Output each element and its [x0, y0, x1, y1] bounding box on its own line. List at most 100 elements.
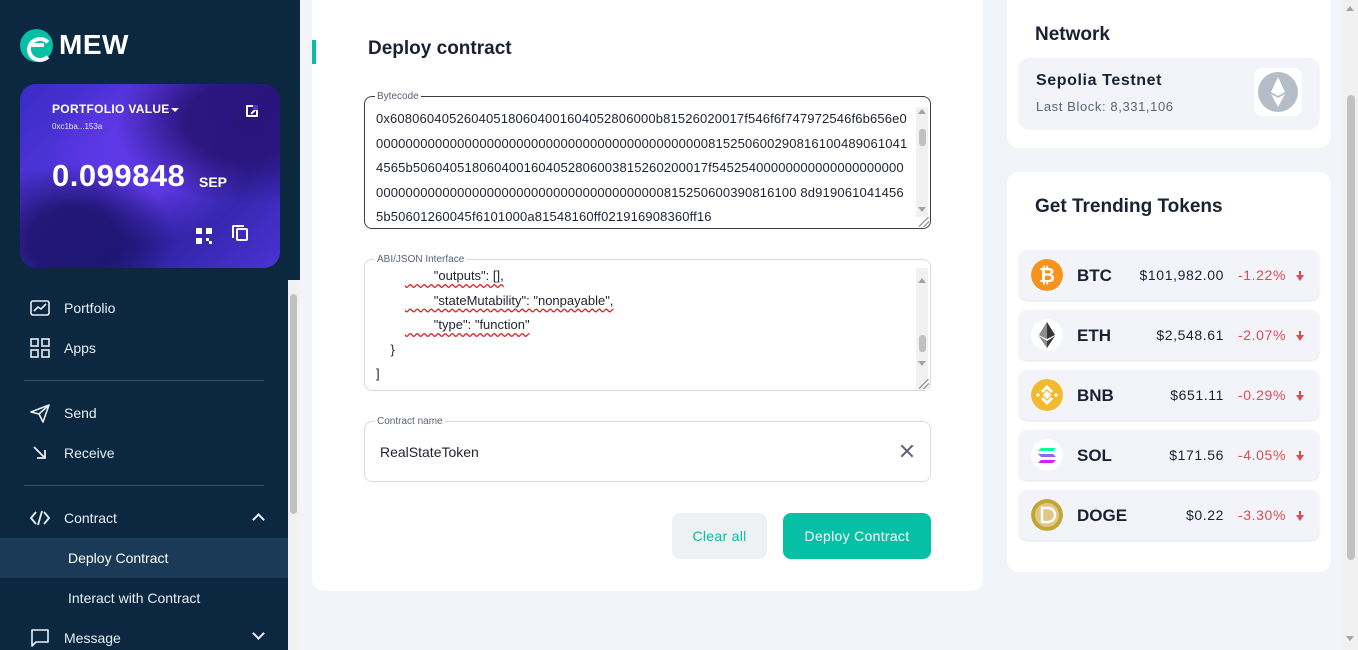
token-change: -2.07% [1238, 327, 1286, 343]
sidebar-item-apps[interactable]: Apps [0, 328, 288, 368]
bnb-icon [1031, 379, 1063, 411]
sidebar-scrollbar[interactable] [288, 280, 300, 650]
token-price: $651.11 [1170, 387, 1224, 403]
token-price: $0.22 [1185, 507, 1224, 523]
arrow-down-icon [1295, 271, 1305, 282]
abi-line: } [376, 341, 395, 357]
contract-name-field[interactable]: Contract name RealStateToken [364, 416, 931, 482]
clear-all-button[interactable]: Clear all [672, 513, 767, 559]
sidebar-item-label: Message [64, 630, 121, 646]
message-icon [31, 629, 49, 647]
token-change: -4.05% [1238, 447, 1286, 463]
trending-tokens-panel: Get Trending Tokens ₿ BTC $101,982.00 -1… [1007, 172, 1331, 572]
sidebar-item-send[interactable]: Send [0, 393, 288, 433]
network-title: Network [1035, 24, 1110, 45]
sidebar-item-portfolio[interactable]: Portfolio [0, 288, 288, 328]
token-row-sol[interactable]: SOL $171.56 -4.05% [1019, 430, 1319, 480]
token-symbol: ETH [1077, 326, 1111, 345]
token-row-doge[interactable]: DOGE $0.22 -3.30% [1019, 490, 1319, 540]
trending-title: Get Trending Tokens [1035, 196, 1223, 217]
scrollbar-thumb[interactable] [290, 294, 297, 514]
sidebar-item-contract[interactable]: Contract [0, 498, 288, 538]
dogecoin-icon [1031, 499, 1063, 531]
bytecode-input[interactable]: 0x608060405260405180604001604052806000b8… [376, 107, 908, 223]
chevron-down-icon[interactable] [171, 108, 179, 112]
bytecode-label: Bytecode [375, 91, 421, 102]
sidebar-item-label: Apps [64, 340, 96, 356]
title-accent [312, 40, 316, 64]
scroll-down-icon[interactable] [918, 207, 926, 212]
sidebar-item-label: Send [64, 405, 97, 421]
solana-icon [1031, 439, 1063, 471]
abi-line: ] [376, 366, 380, 381]
scroll-down-icon[interactable] [918, 361, 926, 366]
abi-input[interactable]: "outputs": [], "stateMutability": "nonpa… [376, 264, 906, 390]
page-scrollbar[interactable] [1343, 0, 1358, 650]
page-title: Deploy contract [368, 38, 512, 59]
chevron-down-icon[interactable] [252, 627, 265, 640]
scroll-up-icon[interactable] [1346, 6, 1354, 11]
abi-field[interactable]: ABI/JSON Interface "outputs": [], "state… [364, 254, 931, 391]
scrollbar-thumb[interactable] [919, 129, 926, 146]
bytecode-field[interactable]: Bytecode 0x60806040526040518060400160405… [364, 91, 931, 229]
token-price: $101,982.00 [1139, 267, 1224, 283]
chart-icon [30, 300, 50, 316]
copy-icon[interactable] [232, 225, 248, 241]
deploy-contract-panel: Deploy contract Bytecode 0x6080604052604… [312, 0, 983, 591]
qr-code-icon[interactable] [196, 228, 212, 244]
token-change: -3.30% [1238, 507, 1286, 523]
arrow-down-icon [1295, 451, 1305, 462]
arrow-down-icon [1295, 331, 1305, 342]
sidebar-item-interact-with-contract[interactable]: Interact with Contract [0, 578, 288, 618]
scroll-up-icon[interactable] [918, 109, 926, 114]
sidebar-item-receive[interactable]: Receive [0, 433, 288, 473]
sidebar-item-label: Receive [64, 445, 115, 461]
abi-line: "outputs": [], [404, 268, 504, 283]
arrow-down-icon [1295, 511, 1305, 522]
wallet-address: 0xc1ba...153a [52, 122, 103, 131]
scroll-down-icon[interactable] [1346, 636, 1354, 641]
last-block: Last Block: 8,331,106 [1036, 99, 1174, 114]
token-symbol: BNB [1077, 386, 1114, 405]
bytecode-scrollbar[interactable] [916, 107, 928, 217]
receive-arrow-icon [33, 446, 46, 459]
scrollbar-thumb[interactable] [1347, 95, 1355, 560]
sidebar-item-message[interactable]: Message [0, 618, 288, 650]
external-link-icon[interactable] [246, 105, 258, 117]
token-change: -0.29% [1238, 387, 1286, 403]
network-panel: Network Sepolia Testnet Last Block: 8,33… [1007, 0, 1331, 148]
network-name: Sepolia Testnet [1036, 72, 1163, 89]
sidebar-item-label: Interact with Contract [68, 590, 201, 606]
grid-icon [30, 338, 50, 358]
close-icon[interactable] [899, 443, 915, 459]
mew-logo-icon [20, 28, 53, 62]
sidebar-item-deploy-contract[interactable]: Deploy Contract [0, 538, 288, 578]
abi-line: "stateMutability": "nonpayable", [404, 292, 614, 308]
sidebar-item-label: Contract [64, 510, 117, 526]
scroll-up-icon[interactable] [918, 278, 926, 283]
deploy-contract-button[interactable]: Deploy Contract [783, 513, 931, 559]
bitcoin-icon: ₿ [1031, 259, 1063, 291]
token-row-btc[interactable]: ₿ BTC $101,982.00 -1.22% [1019, 250, 1319, 300]
token-symbol: DOGE [1077, 506, 1128, 525]
sidebar: MEW PORTFOLIO VALUE 0xc1ba...153a 0.0998… [0, 0, 300, 650]
divider [24, 380, 264, 381]
token-change: -1.22% [1238, 267, 1286, 283]
network-card[interactable]: Sepolia Testnet Last Block: 8,331,106 [1019, 58, 1319, 128]
abi-scrollbar[interactable] [916, 268, 928, 390]
balance-value: 0.099848 [52, 158, 186, 193]
contract-name-input[interactable]: RealStateToken [380, 444, 479, 460]
token-symbol: SOL [1077, 446, 1112, 465]
portfolio-value-label: PORTFOLIO VALUE [52, 102, 170, 116]
divider [24, 485, 264, 486]
token-price: $171.56 [1169, 447, 1224, 463]
mew-logo[interactable]: MEW [20, 28, 129, 62]
token-row-bnb[interactable]: BNB $651.11 -0.29% [1019, 370, 1319, 420]
resize-handle[interactable] [919, 217, 929, 227]
abi-line: "type": "function" [404, 317, 530, 332]
balance-unit: SEP [199, 174, 228, 190]
resize-handle[interactable] [919, 379, 929, 389]
chevron-up-icon[interactable] [252, 513, 265, 526]
scrollbar-thumb[interactable] [919, 335, 926, 352]
token-row-eth[interactable]: ETH $2,548.61 -2.07% [1019, 310, 1319, 360]
